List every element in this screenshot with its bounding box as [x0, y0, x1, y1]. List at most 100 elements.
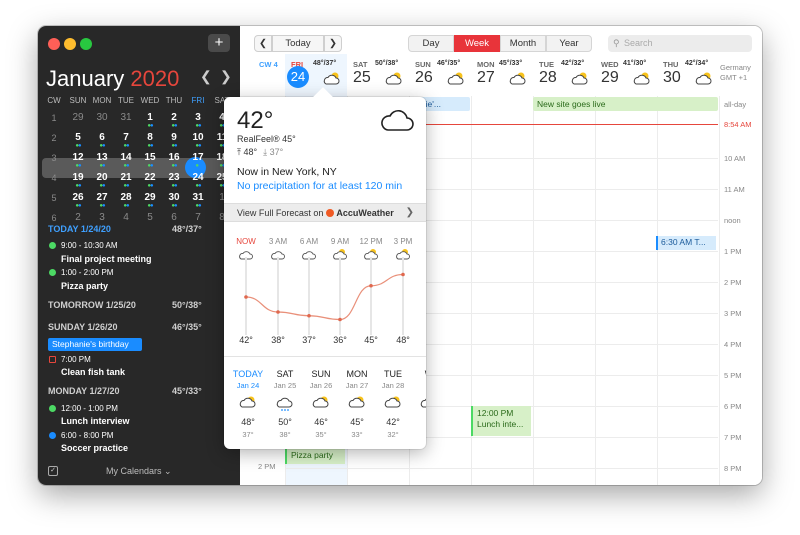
my-calendars-menu[interactable]: My Calendars ⌄: [106, 466, 172, 477]
event-title[interactable]: Final project meeting: [61, 254, 152, 264]
event-title[interactable]: Pizza party: [61, 281, 108, 291]
calendars-checkbox-icon[interactable]: ✓: [48, 466, 58, 476]
reminder-checkbox[interactable]: [49, 356, 56, 363]
mini-calendar-day[interactable]: 24 ●●: [186, 171, 210, 190]
event-dots: ●●: [99, 183, 105, 189]
forecast-date: Jan 27: [345, 381, 369, 390]
search-placeholder: Search: [624, 38, 653, 48]
day-column-header[interactable]: SAT 50°/38° 25: [347, 56, 409, 96]
mini-calendar-day[interactable]: 6 ●●: [90, 131, 114, 150]
day-number: 31: [192, 192, 204, 203]
mini-calendar-day[interactable]: 5 ●●: [66, 131, 90, 150]
weekday-header: MON: [92, 96, 112, 105]
mini-calendar-day[interactable]: 2 ●●: [162, 111, 186, 130]
calendar-event[interactable]: 6:30 AM T...: [656, 236, 716, 250]
mini-calendar-day[interactable]: 31 ●●: [186, 191, 210, 210]
mini-calendar-day[interactable]: 13 ●●: [90, 151, 114, 170]
mini-calendar-day[interactable]: 15 ●●: [138, 151, 162, 170]
day-number: 29: [72, 112, 84, 123]
my-calendars-label: My Calendars: [106, 466, 162, 476]
today-date-badge[interactable]: 24: [287, 66, 309, 88]
event-dots: ●●: [147, 203, 153, 209]
hour-label: 4 PM: [724, 340, 742, 349]
view-week-tab[interactable]: Week: [454, 35, 500, 52]
timezone-offset: GMT +1: [720, 73, 748, 82]
day-column-header[interactable]: SUN 46°/35° 26: [409, 56, 471, 96]
mini-calendar-day[interactable]: 1 ●●: [138, 111, 162, 130]
calendar-event[interactable]: 12:00 PM Lunch inte...: [471, 406, 531, 436]
add-event-button[interactable]: +: [208, 34, 230, 52]
event-title[interactable]: Soccer practice: [61, 443, 128, 453]
mini-calendar-day[interactable]: 14 ●●: [114, 151, 138, 170]
day-number: 27: [96, 192, 108, 203]
zoom-window-button[interactable]: [80, 38, 92, 50]
day-number: 30: [96, 112, 108, 123]
view-day-tab[interactable]: Day: [408, 35, 454, 52]
mini-calendar-day[interactable]: 22 ●●: [138, 171, 162, 190]
timezone-label[interactable]: Germany GMT +1: [720, 63, 751, 83]
mini-calendar-day[interactable]: 23 ●●: [162, 171, 186, 190]
week-number: 5: [42, 191, 66, 210]
mini-calendar-day[interactable]: 20 ●●: [90, 171, 114, 190]
mini-calendar-day[interactable]: 26 ●●: [66, 191, 90, 210]
week-number: 3: [42, 151, 66, 170]
mini-calendar-day[interactable]: 29 ●●: [138, 191, 162, 210]
mini-calendar-day[interactable]: 3 ●●: [186, 111, 210, 130]
day-name: TUE: [539, 60, 554, 69]
forecast-low: 3: [411, 430, 426, 439]
day-column-header[interactable]: MON 45°/33° 27: [471, 56, 533, 96]
birthday-event[interactable]: Stephanie's birthday: [48, 338, 142, 351]
mini-calendar-day[interactable]: 21 ●●: [114, 171, 138, 190]
sidebar: + January 2020 ❮ ❯ CW SUN MON TUE WED THU FRI S…: [38, 26, 240, 485]
view-year-tab[interactable]: Year: [546, 35, 592, 52]
search-icon: ⚲: [613, 38, 620, 48]
forecast-date: Jan 26: [309, 381, 333, 390]
day-column-header[interactable]: THU 42°/34° 30: [657, 56, 719, 96]
mini-calendar-day[interactable]: 8 ●●: [138, 131, 162, 150]
prev-week-button[interactable]: ❮: [254, 35, 272, 52]
allday-event[interactable]: New site goes live: [533, 97, 718, 111]
hour-label: noon: [724, 216, 741, 225]
view-month-tab[interactable]: Month: [500, 35, 546, 52]
agenda-day-header: SUNDAY 1/26/20: [48, 322, 118, 332]
mini-calendar-day[interactable]: 28 ●●: [114, 191, 138, 210]
day-number: 10: [192, 132, 204, 143]
event-dots: ●●: [147, 163, 153, 169]
calendar-event[interactable]: Pizza party: [285, 448, 345, 464]
next-week-button[interactable]: ❯: [324, 35, 342, 52]
mini-calendar-day[interactable]: 31: [114, 111, 138, 130]
day-column-header[interactable]: WED 41°/30° 29: [595, 56, 657, 96]
mini-calendar-day[interactable]: 30: [90, 111, 114, 130]
mini-calendar-day[interactable]: 27 ●●: [90, 191, 114, 210]
mini-calendar-day[interactable]: 5: [138, 211, 162, 230]
mini-calendar-day[interactable]: 7 ●●: [114, 131, 138, 150]
today-button[interactable]: Today: [272, 35, 324, 52]
mini-calendar-day[interactable]: 30 ●●: [162, 191, 186, 210]
forecast-low: 35°: [315, 430, 327, 439]
mini-calendar-day[interactable]: 12 ●●: [66, 151, 90, 170]
prev-month-icon[interactable]: ❮: [200, 68, 212, 85]
agenda-day-temp: 46°/35°: [172, 322, 202, 332]
mini-calendar-day[interactable]: 19 ●●: [66, 171, 90, 190]
minimize-window-button[interactable]: [64, 38, 76, 50]
day-number: 2: [75, 212, 81, 223]
partly-sunny-icon: [571, 72, 588, 85]
event-dots: ●●: [147, 143, 153, 149]
day-number: 25: [353, 69, 371, 86]
mini-calendar-day[interactable]: 10 ●●: [186, 131, 210, 150]
mini-calendar-day[interactable]: 29: [66, 111, 90, 130]
event-title[interactable]: Clean fish tank: [61, 367, 125, 377]
hour-label: 7 PM: [724, 433, 742, 442]
event-title[interactable]: Lunch interview: [61, 416, 130, 426]
next-month-icon[interactable]: ❯: [220, 68, 232, 85]
day-column-header[interactable]: TUE 42°/32° 28: [533, 56, 595, 96]
mini-calendar-day[interactable]: 4: [114, 211, 138, 230]
day-number: 5: [75, 132, 81, 143]
search-input[interactable]: ⚲ Search: [608, 35, 752, 52]
mini-calendar-day[interactable]: 17 ●●: [186, 151, 210, 170]
day-number: 9: [171, 132, 177, 143]
partly-sunny-icon: [420, 398, 426, 408]
close-window-button[interactable]: [48, 38, 60, 50]
mini-calendar-day[interactable]: 9 ●●: [162, 131, 186, 150]
mini-calendar-day[interactable]: 16 ●●: [162, 151, 186, 170]
